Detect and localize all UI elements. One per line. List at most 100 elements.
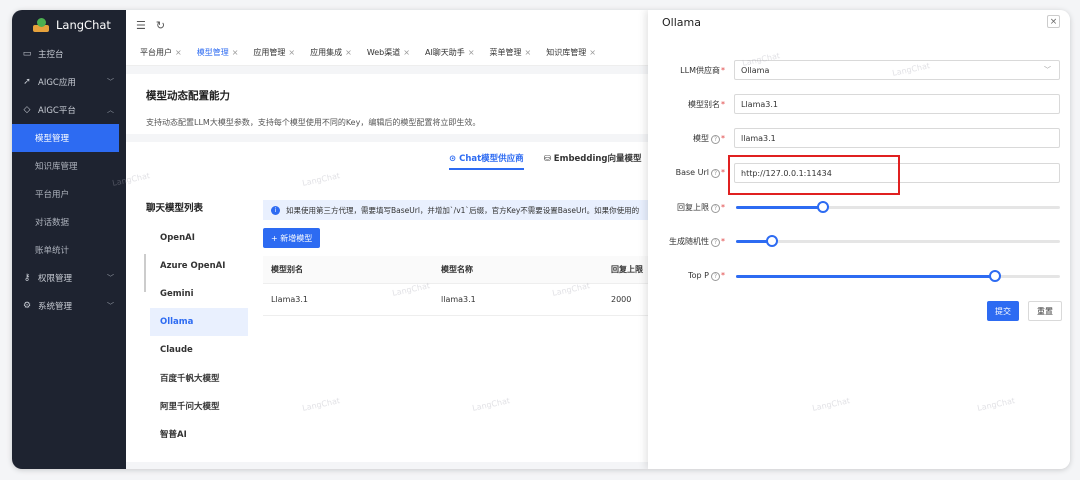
refresh-icon[interactable]: ↻ — [156, 19, 165, 32]
field-model: 模型? * llama3.1 — [648, 128, 1070, 148]
tab-platform-users[interactable]: 平台用户 × — [134, 47, 188, 58]
close-icon[interactable]: × — [468, 48, 475, 57]
help-icon: ? — [711, 134, 720, 144]
close-icon[interactable]: × — [345, 48, 352, 57]
temperature-slider[interactable] — [736, 235, 1060, 247]
chat-icon: ⊙ — [449, 154, 460, 164]
reset-button[interactable]: 重置 — [1028, 301, 1062, 321]
slider-handle[interactable] — [765, 235, 778, 247]
model-type-tabs: ⊙ Chat模型供应商 ⛁ Embedding向量模型 — [449, 152, 642, 170]
field-provider: LLM供应商* Ollama ﹀ — [648, 60, 1070, 80]
close-icon[interactable]: × — [589, 48, 596, 57]
close-icon[interactable]: × — [175, 48, 182, 57]
chevron-down-icon: ﹀ — [107, 78, 114, 86]
sidebar-item-system[interactable]: ⚙ 系统管理 ﹀ — [12, 292, 126, 320]
model-input[interactable]: llama3.1 — [734, 128, 1060, 148]
tab-embedding-models[interactable]: ⛁ Embedding向量模型 — [544, 152, 642, 170]
tab-label: AI聊天助手 — [424, 48, 465, 57]
tab-label: 应用集成 — [310, 48, 343, 57]
info-text: 如果使用第三方代理，需要填写BaseUrl，并增加`/v1`后缀，官方Key不需… — [286, 205, 640, 215]
field-label: 回复上限? * — [677, 202, 725, 213]
table-row[interactable]: Llama3.1 llama3.1 2000 — [263, 284, 663, 316]
sidebar-item-permissions[interactable]: ⚷ 权限管理 ﹀ — [12, 264, 126, 292]
provider-item[interactable]: Claude — [150, 336, 248, 364]
list-scrollbar[interactable] — [144, 254, 146, 292]
tab-knowledge-base[interactable]: 知识库管理 × — [540, 47, 602, 58]
tab-label: Embedding向量模型 — [553, 154, 642, 164]
key-icon: ⚷ — [23, 273, 31, 283]
field-label: 生成随机性? * — [669, 236, 725, 247]
field-alias: 模型别名* Llama3.1 — [648, 94, 1070, 114]
sidebar-item-aigc-apps[interactable]: ➚ AIGC应用 ﹀ — [12, 68, 126, 96]
close-icon[interactable]: × — [403, 48, 410, 57]
tab-label: 应用管理 — [253, 48, 286, 57]
provider-item[interactable]: 智普AI — [150, 420, 248, 448]
table-header: 模型别名 模型名称 回复上限 — [263, 256, 663, 284]
table-cell: Llama3.1 — [271, 295, 308, 304]
sidebar-subitem-platform-users[interactable]: 平台用户 — [12, 180, 126, 208]
provider-item[interactable]: 百度千帆大模型 — [150, 364, 248, 392]
top-p-slider[interactable] — [736, 270, 1060, 282]
field-label: LLM供应商* — [680, 65, 725, 75]
tab-app-integration[interactable]: 应用集成 × — [304, 47, 358, 58]
provider-item[interactable]: Gemini — [150, 280, 248, 308]
tab-web-channel[interactable]: Web渠道 × — [361, 47, 416, 58]
select-value: Ollama — [741, 65, 770, 75]
provider-select[interactable]: Ollama ﹀ — [734, 60, 1060, 80]
column-header: 模型名称 — [441, 265, 473, 274]
provider-item[interactable]: OpenAI — [150, 224, 248, 252]
provider-item[interactable]: Azure OpenAI — [150, 252, 248, 280]
sidebar-subitem-model-management[interactable]: 模型管理 — [12, 124, 119, 152]
app-window: LangChat ▭ 主控台 ➚ AIGC应用 ﹀ ◇ AIGC平台 ︿ 模型管… — [12, 10, 1070, 469]
field-max-reply: 回复上限? * — [648, 197, 1070, 217]
sidebar-item-dashboard[interactable]: ▭ 主控台 — [12, 40, 126, 68]
chevron-up-icon: ︿ — [107, 106, 114, 114]
app-name: LangChat — [56, 18, 111, 32]
sidebar-subitem-conversations[interactable]: 对话数据 — [12, 208, 126, 236]
providers-title: 聊天模型列表 — [146, 203, 204, 214]
close-icon[interactable]: × — [1047, 15, 1060, 28]
slider-handle[interactable] — [817, 201, 830, 213]
cube-icon: ◇ — [23, 105, 31, 115]
sidebar-subitem-knowledge-base[interactable]: 知识库管理 — [12, 152, 126, 180]
logo-icon — [32, 17, 50, 33]
chevron-down-icon: ﹀ — [107, 302, 114, 310]
alias-input[interactable]: Llama3.1 — [734, 94, 1060, 114]
table-cell: llama3.1 — [441, 295, 476, 304]
max-reply-slider[interactable] — [736, 201, 1060, 213]
app-logo[interactable]: LangChat — [12, 10, 126, 40]
model-table: 模型别名 模型名称 回复上限 Llama3.1 llama3.1 2000 — [263, 256, 663, 316]
tab-menu-management[interactable]: 菜单管理 × — [484, 47, 538, 58]
sidebar-subitem-billing[interactable]: 账单统计 — [12, 236, 126, 264]
provider-item[interactable]: 阿里千问大模型 — [150, 392, 248, 420]
close-icon[interactable]: × — [525, 48, 532, 57]
sidebar-nav: ▭ 主控台 ➚ AIGC应用 ﹀ ◇ AIGC平台 ︿ 模型管理 知识库管理 平… — [12, 40, 126, 320]
close-icon[interactable]: × — [232, 48, 239, 57]
add-model-button[interactable]: + 新增模型 — [263, 228, 321, 248]
field-top-p: Top P? * — [648, 266, 1070, 286]
sidebar-item-aigc-platform[interactable]: ◇ AIGC平台 ︿ — [12, 96, 126, 124]
column-header: 模型别名 — [271, 265, 303, 274]
edit-drawer: Ollama × LLM供应商* Ollama ﹀ 模型别名* Llama3.1 … — [648, 10, 1070, 469]
field-label: Top P? * — [688, 271, 725, 281]
provider-item-active[interactable]: Ollama — [150, 308, 248, 336]
sidebar: LangChat ▭ 主控台 ➚ AIGC应用 ﹀ ◇ AIGC平台 ︿ 模型管… — [12, 10, 126, 469]
slider-handle[interactable] — [989, 270, 1002, 282]
tab-app-management[interactable]: 应用管理 × — [247, 47, 301, 58]
monitor-icon: ▭ — [22, 49, 32, 59]
tab-model-management[interactable]: 模型管理 × — [191, 47, 245, 58]
submit-button[interactable]: 提交 — [987, 301, 1019, 321]
drawer-title: Ollama — [662, 16, 701, 29]
tab-chat-providers[interactable]: ⊙ Chat模型供应商 — [449, 152, 524, 170]
tab-label: 平台用户 — [140, 48, 172, 57]
close-icon[interactable]: × — [288, 48, 295, 57]
menu-toggle-icon[interactable]: ☰ — [136, 19, 146, 32]
sidebar-item-label: 主控台 — [38, 50, 64, 60]
tab-ai-chat-assistant[interactable]: AI聊天助手 × — [419, 47, 481, 58]
info-alert: i 如果使用第三方代理，需要填写BaseUrl，并增加`/v1`后缀，官方Key… — [263, 200, 663, 220]
tab-label: 模型管理 — [196, 48, 229, 57]
tab-label: 知识库管理 — [546, 48, 587, 57]
sidebar-item-label: AIGC应用 — [38, 78, 76, 88]
chevron-down-icon: ﹀ — [107, 274, 114, 282]
field-label: 模型? * — [693, 133, 725, 144]
